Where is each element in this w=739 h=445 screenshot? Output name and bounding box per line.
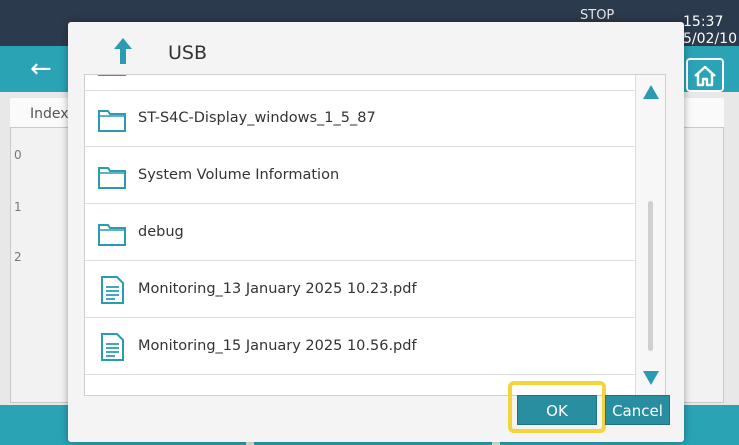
- clock: 15:37 5/02/10: [683, 14, 737, 48]
- dialog-header: USB: [68, 22, 684, 74]
- folder-icon: [98, 75, 126, 76]
- list-item[interactable]: ST-S4C-Display_windows_1_5_87: [85, 91, 637, 147]
- table-row-index: 0: [14, 148, 22, 162]
- scrollbar[interactable]: [635, 75, 665, 395]
- cancel-button[interactable]: Cancel: [605, 395, 670, 425]
- list-item-label: ST-S4C-Display_windows_1_5_87: [138, 110, 376, 126]
- pdf-file-icon: [101, 276, 124, 304]
- up-arrow-icon[interactable]: [114, 38, 132, 64]
- pdf-file-icon: [101, 333, 124, 361]
- home-button[interactable]: [686, 58, 724, 92]
- home-icon: [694, 65, 716, 87]
- status-text: STOP: [580, 8, 615, 23]
- scroll-up-icon[interactable]: [643, 85, 659, 99]
- list-item-label: debug: [138, 224, 184, 240]
- list-item[interactable]: Monitoring_15 January 2025 10.56.pdf: [85, 319, 637, 375]
- table-header-index: Index: [30, 106, 69, 122]
- ok-button[interactable]: OK: [517, 395, 597, 425]
- file-list[interactable]: ST-S4C-Display_windows_1_5_87 System Vol…: [84, 74, 666, 396]
- scrollbar-thumb[interactable]: [648, 201, 653, 351]
- back-arrow-icon[interactable]: ←: [8, 52, 68, 86]
- list-item[interactable]: System Volume Information: [85, 148, 637, 204]
- scroll-down-icon[interactable]: [643, 371, 659, 385]
- table-row-index: 1: [14, 200, 22, 214]
- dialog-title: USB: [168, 42, 208, 64]
- list-item-label: System Volume Information: [138, 167, 340, 183]
- usb-file-dialog: USB ST-S4C-Display_windows_1_5_87 System…: [68, 22, 684, 442]
- folder-icon: [98, 167, 126, 189]
- list-item[interactable]: Monitoring_13 January 2025 10.23.pdf: [85, 262, 637, 318]
- list-item-label: Monitoring_15 January 2025 10.56.pdf: [138, 338, 417, 354]
- table-row-index: 2: [14, 250, 22, 264]
- folder-icon: [98, 110, 126, 132]
- list-item[interactable]: debug: [85, 205, 637, 261]
- clock-time: 15:37: [683, 14, 724, 30]
- list-item-label: Monitoring_13 January 2025 10.23.pdf: [138, 281, 417, 297]
- folder-icon: [98, 224, 126, 246]
- list-item[interactable]: [85, 75, 637, 91]
